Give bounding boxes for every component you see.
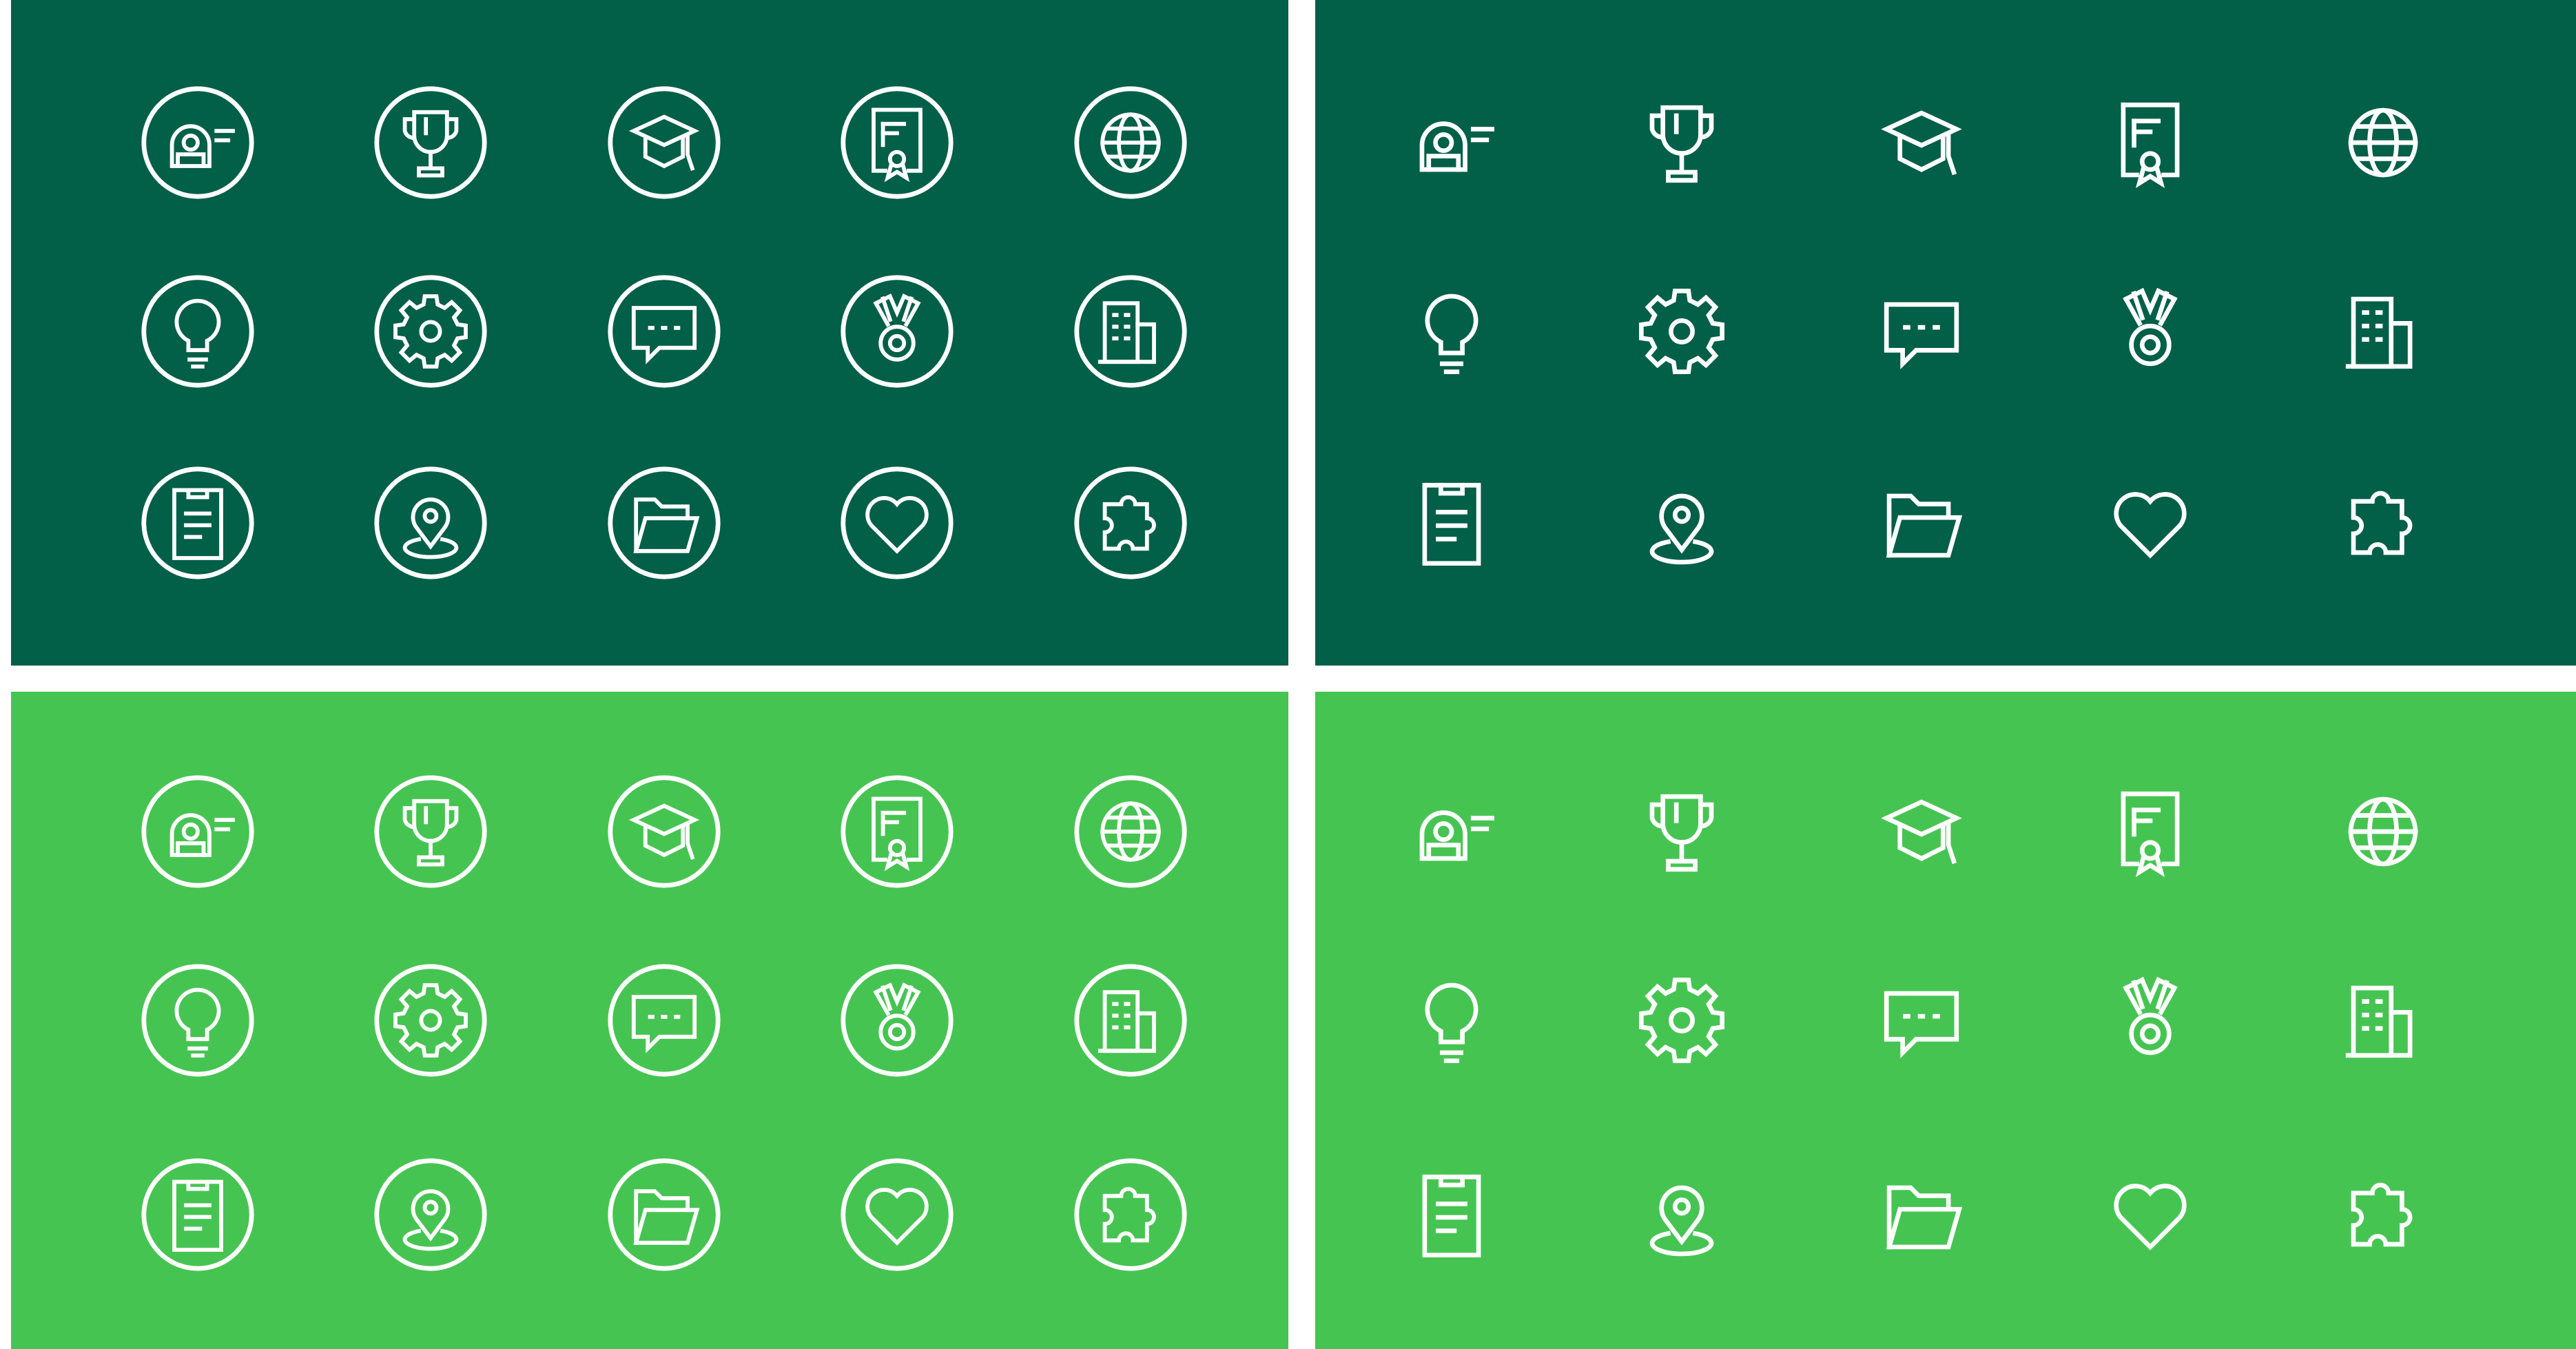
dark-plain-icon-panel [1315, 0, 2576, 666]
office-building-icon [1072, 962, 1189, 1079]
open-folder-icon [1863, 464, 1980, 581]
lightbulb-icon [139, 962, 256, 1079]
heart-icon [838, 1156, 956, 1273]
puzzle-piece-icon [1072, 1156, 1189, 1273]
clipboard-icon [139, 1156, 256, 1273]
heart-icon [2092, 1156, 2209, 1273]
lightbulb-icon [139, 273, 256, 390]
puzzle-piece-icon [1072, 464, 1189, 581]
gear-icon [1623, 962, 1740, 1079]
medal-icon [2092, 962, 2209, 1079]
heart-icon [838, 464, 956, 581]
puzzle-piece-icon [2325, 1156, 2442, 1273]
light-plain-icon-panel [1315, 692, 2576, 1349]
clipboard-icon [139, 464, 256, 581]
chat-bubble-icon [606, 273, 723, 390]
lightbulb-icon [1393, 962, 1510, 1079]
trophy-icon [1623, 84, 1740, 201]
chat-bubble-icon [1863, 273, 1980, 390]
medal-icon [2092, 273, 2209, 390]
certificate-icon [838, 84, 956, 201]
id-badge-icon [1393, 84, 1510, 201]
light-circled-icon-panel [11, 692, 1288, 1349]
location-pin-icon [1623, 1156, 1740, 1273]
globe-icon [1072, 84, 1189, 201]
gear-icon [1623, 273, 1740, 390]
globe-icon [2325, 773, 2442, 890]
medal-icon [838, 962, 956, 1079]
graduation-cap-icon [606, 84, 723, 201]
graduation-cap-icon [1863, 84, 1980, 201]
id-badge-icon [1393, 773, 1510, 890]
office-building-icon [2325, 273, 2442, 390]
clipboard-icon [1393, 1156, 1510, 1273]
id-badge-icon [139, 773, 256, 890]
certificate-icon [2092, 773, 2209, 890]
trophy-icon [372, 773, 489, 890]
id-badge-icon [139, 84, 256, 201]
certificate-icon [2092, 84, 2209, 201]
lightbulb-icon [1393, 273, 1510, 390]
graduation-cap-icon [1863, 773, 1980, 890]
puzzle-piece-icon [2325, 464, 2442, 581]
globe-icon [2325, 84, 2442, 201]
open-folder-icon [606, 464, 723, 581]
heart-icon [2092, 464, 2209, 581]
location-pin-icon [372, 464, 489, 581]
trophy-icon [372, 84, 489, 201]
chat-bubble-icon [1863, 962, 1980, 1079]
office-building-icon [1072, 273, 1189, 390]
gear-icon [372, 962, 489, 1079]
open-folder-icon [1863, 1156, 1980, 1273]
location-pin-icon [1623, 464, 1740, 581]
office-building-icon [2325, 962, 2442, 1079]
certificate-icon [838, 773, 956, 890]
gear-icon [372, 273, 489, 390]
location-pin-icon [372, 1156, 489, 1273]
trophy-icon [1623, 773, 1740, 890]
open-folder-icon [606, 1156, 723, 1273]
dark-circled-icon-panel [11, 0, 1288, 666]
graduation-cap-icon [606, 773, 723, 890]
clipboard-icon [1393, 464, 1510, 581]
medal-icon [838, 273, 956, 390]
globe-icon [1072, 773, 1189, 890]
chat-bubble-icon [606, 962, 723, 1079]
